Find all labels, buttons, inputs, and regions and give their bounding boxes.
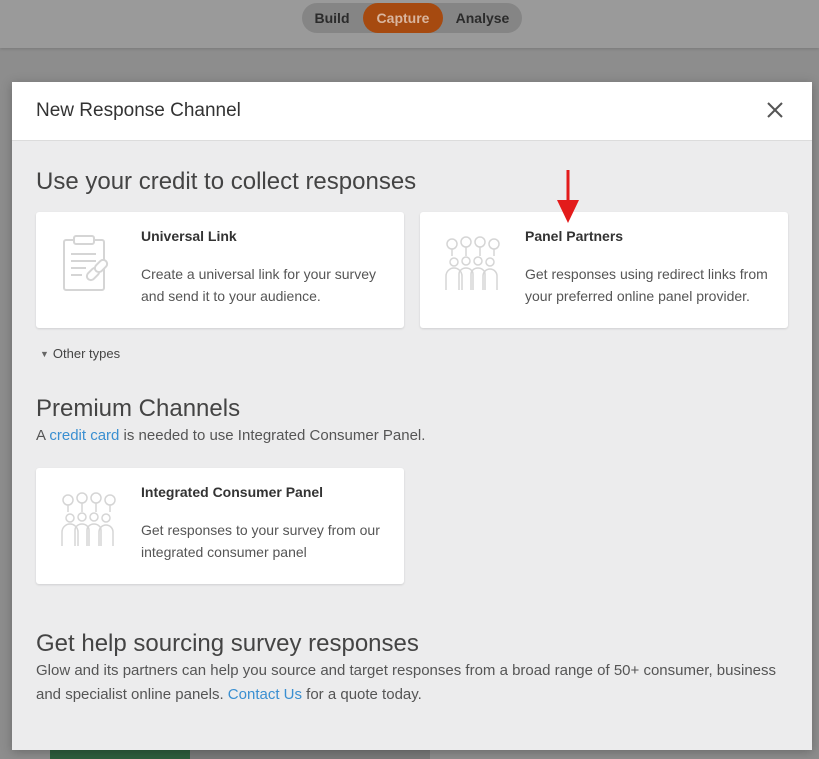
- universal-link-card[interactable]: Universal Link Create a universal link f…: [36, 212, 404, 328]
- card-description: Get responses using redirect links from …: [525, 266, 768, 304]
- tab-analyse[interactable]: Analyse: [443, 3, 522, 33]
- help-text: Glow and its partners can help you sourc…: [36, 659, 776, 707]
- panel-partners-card[interactable]: Panel Partners Get responses using redir…: [420, 212, 788, 328]
- caret-down-icon: ▼: [40, 349, 49, 359]
- section-title-credit: Use your credit to collect responses: [36, 168, 417, 195]
- modal-header: New Response Channel: [12, 82, 812, 141]
- integrated-consumer-panel-card[interactable]: Integrated Consumer Panel Get responses …: [36, 468, 404, 584]
- clipboard-link-icon: [58, 234, 118, 299]
- premium-note-suffix: is needed to use Integrated Consumer Pan…: [119, 427, 426, 444]
- top-navigation-bar: Build Capture Analyse: [0, 0, 819, 48]
- background-button-green: [50, 750, 190, 759]
- premium-note-prefix: A: [36, 427, 50, 444]
- other-types-toggle[interactable]: ▼ Other types: [40, 346, 120, 361]
- mode-switcher: Build Capture Analyse: [302, 3, 522, 33]
- card-title: Universal Link: [141, 228, 237, 244]
- other-types-label: Other types: [52, 346, 121, 361]
- card-description: Create a universal link for your survey …: [141, 266, 376, 304]
- help-text-suffix: for a quote today.: [302, 686, 422, 703]
- contact-us-link[interactable]: Contact Us: [228, 686, 302, 703]
- modal-title: New Response Channel: [36, 100, 241, 121]
- people-panel-icon: [58, 490, 118, 555]
- background-button-gray: [190, 750, 430, 759]
- credit-card-link[interactable]: credit card: [49, 427, 119, 444]
- people-panel-icon: [442, 234, 502, 299]
- card-title: Panel Partners: [525, 228, 624, 244]
- close-icon[interactable]: [762, 97, 788, 123]
- tab-capture[interactable]: Capture: [363, 3, 443, 33]
- tab-build[interactable]: Build: [302, 3, 362, 33]
- new-response-channel-modal: New Response Channel Use your credit to …: [12, 82, 812, 750]
- annotation-arrow-icon: [548, 170, 588, 230]
- card-title: Integrated Consumer Panel: [141, 484, 324, 500]
- premium-note: A credit card is needed to use Integrate…: [36, 424, 425, 448]
- section-title-help: Get help sourcing survey responses: [36, 630, 419, 657]
- card-description: Get responses to your survey from our in…: [141, 522, 380, 560]
- section-title-premium: Premium Channels: [36, 395, 241, 422]
